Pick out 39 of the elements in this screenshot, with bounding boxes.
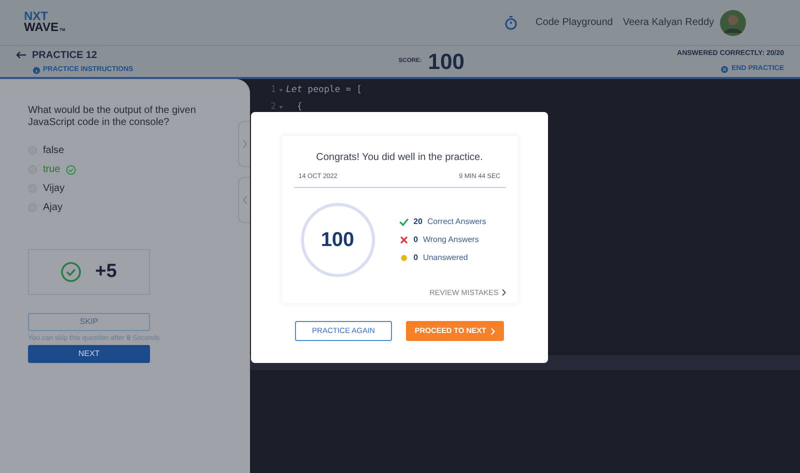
stat-label: Unanswered xyxy=(422,252,468,264)
option-label[interactable]: false xyxy=(43,143,64,158)
info-icon xyxy=(33,66,40,74)
practice-title: PRACTICE 12 xyxy=(32,48,98,63)
check-circle-icon xyxy=(66,164,76,174)
chevron-right-icon xyxy=(502,288,506,296)
stat-count: 0 xyxy=(414,234,418,246)
stat-count: 20 xyxy=(414,216,422,228)
chevron-right-icon xyxy=(491,328,496,334)
check-icon xyxy=(398,218,408,226)
fold-arrow-icon[interactable] xyxy=(279,106,283,109)
line-number: 2 xyxy=(270,100,276,114)
avatar[interactable] xyxy=(720,10,746,36)
cross-icon xyxy=(400,236,408,244)
option-label[interactable]: true xyxy=(43,162,60,177)
fold-arrow-icon[interactable] xyxy=(279,89,283,92)
code-playground-link[interactable]: Code Playground xyxy=(536,15,613,30)
chevron-left-icon xyxy=(243,196,247,204)
chevron-right-icon xyxy=(243,140,247,148)
score-value: 100 xyxy=(428,48,465,76)
next-button[interactable]: NEXT xyxy=(28,344,150,362)
check-circle-icon xyxy=(61,262,82,282)
dot-icon xyxy=(400,254,406,261)
stat-label: Wrong Answers xyxy=(422,234,479,246)
option-label[interactable]: Ajay xyxy=(43,200,62,215)
option-label[interactable]: Vijay xyxy=(43,181,64,196)
stat-count: 0 xyxy=(414,252,418,264)
question-text: What would be the output of the given JavaScript code in the console? xyxy=(28,105,197,129)
user-name[interactable]: Veera Kalyan Reddy xyxy=(622,15,714,30)
code-line: Let people = [ xyxy=(286,84,362,97)
code-line: { xyxy=(296,100,302,114)
back-arrow-icon[interactable] xyxy=(16,51,26,60)
points-earned: +5 xyxy=(95,260,117,284)
close-circle-icon xyxy=(721,66,728,73)
stopwatch-icon[interactable] xyxy=(504,16,517,30)
result-title: Congrats! You did well in the practice. xyxy=(315,151,484,165)
stat-label: Correct Answers xyxy=(427,216,486,228)
line-number: 1 xyxy=(270,84,276,97)
score-value: 100 xyxy=(320,228,354,253)
